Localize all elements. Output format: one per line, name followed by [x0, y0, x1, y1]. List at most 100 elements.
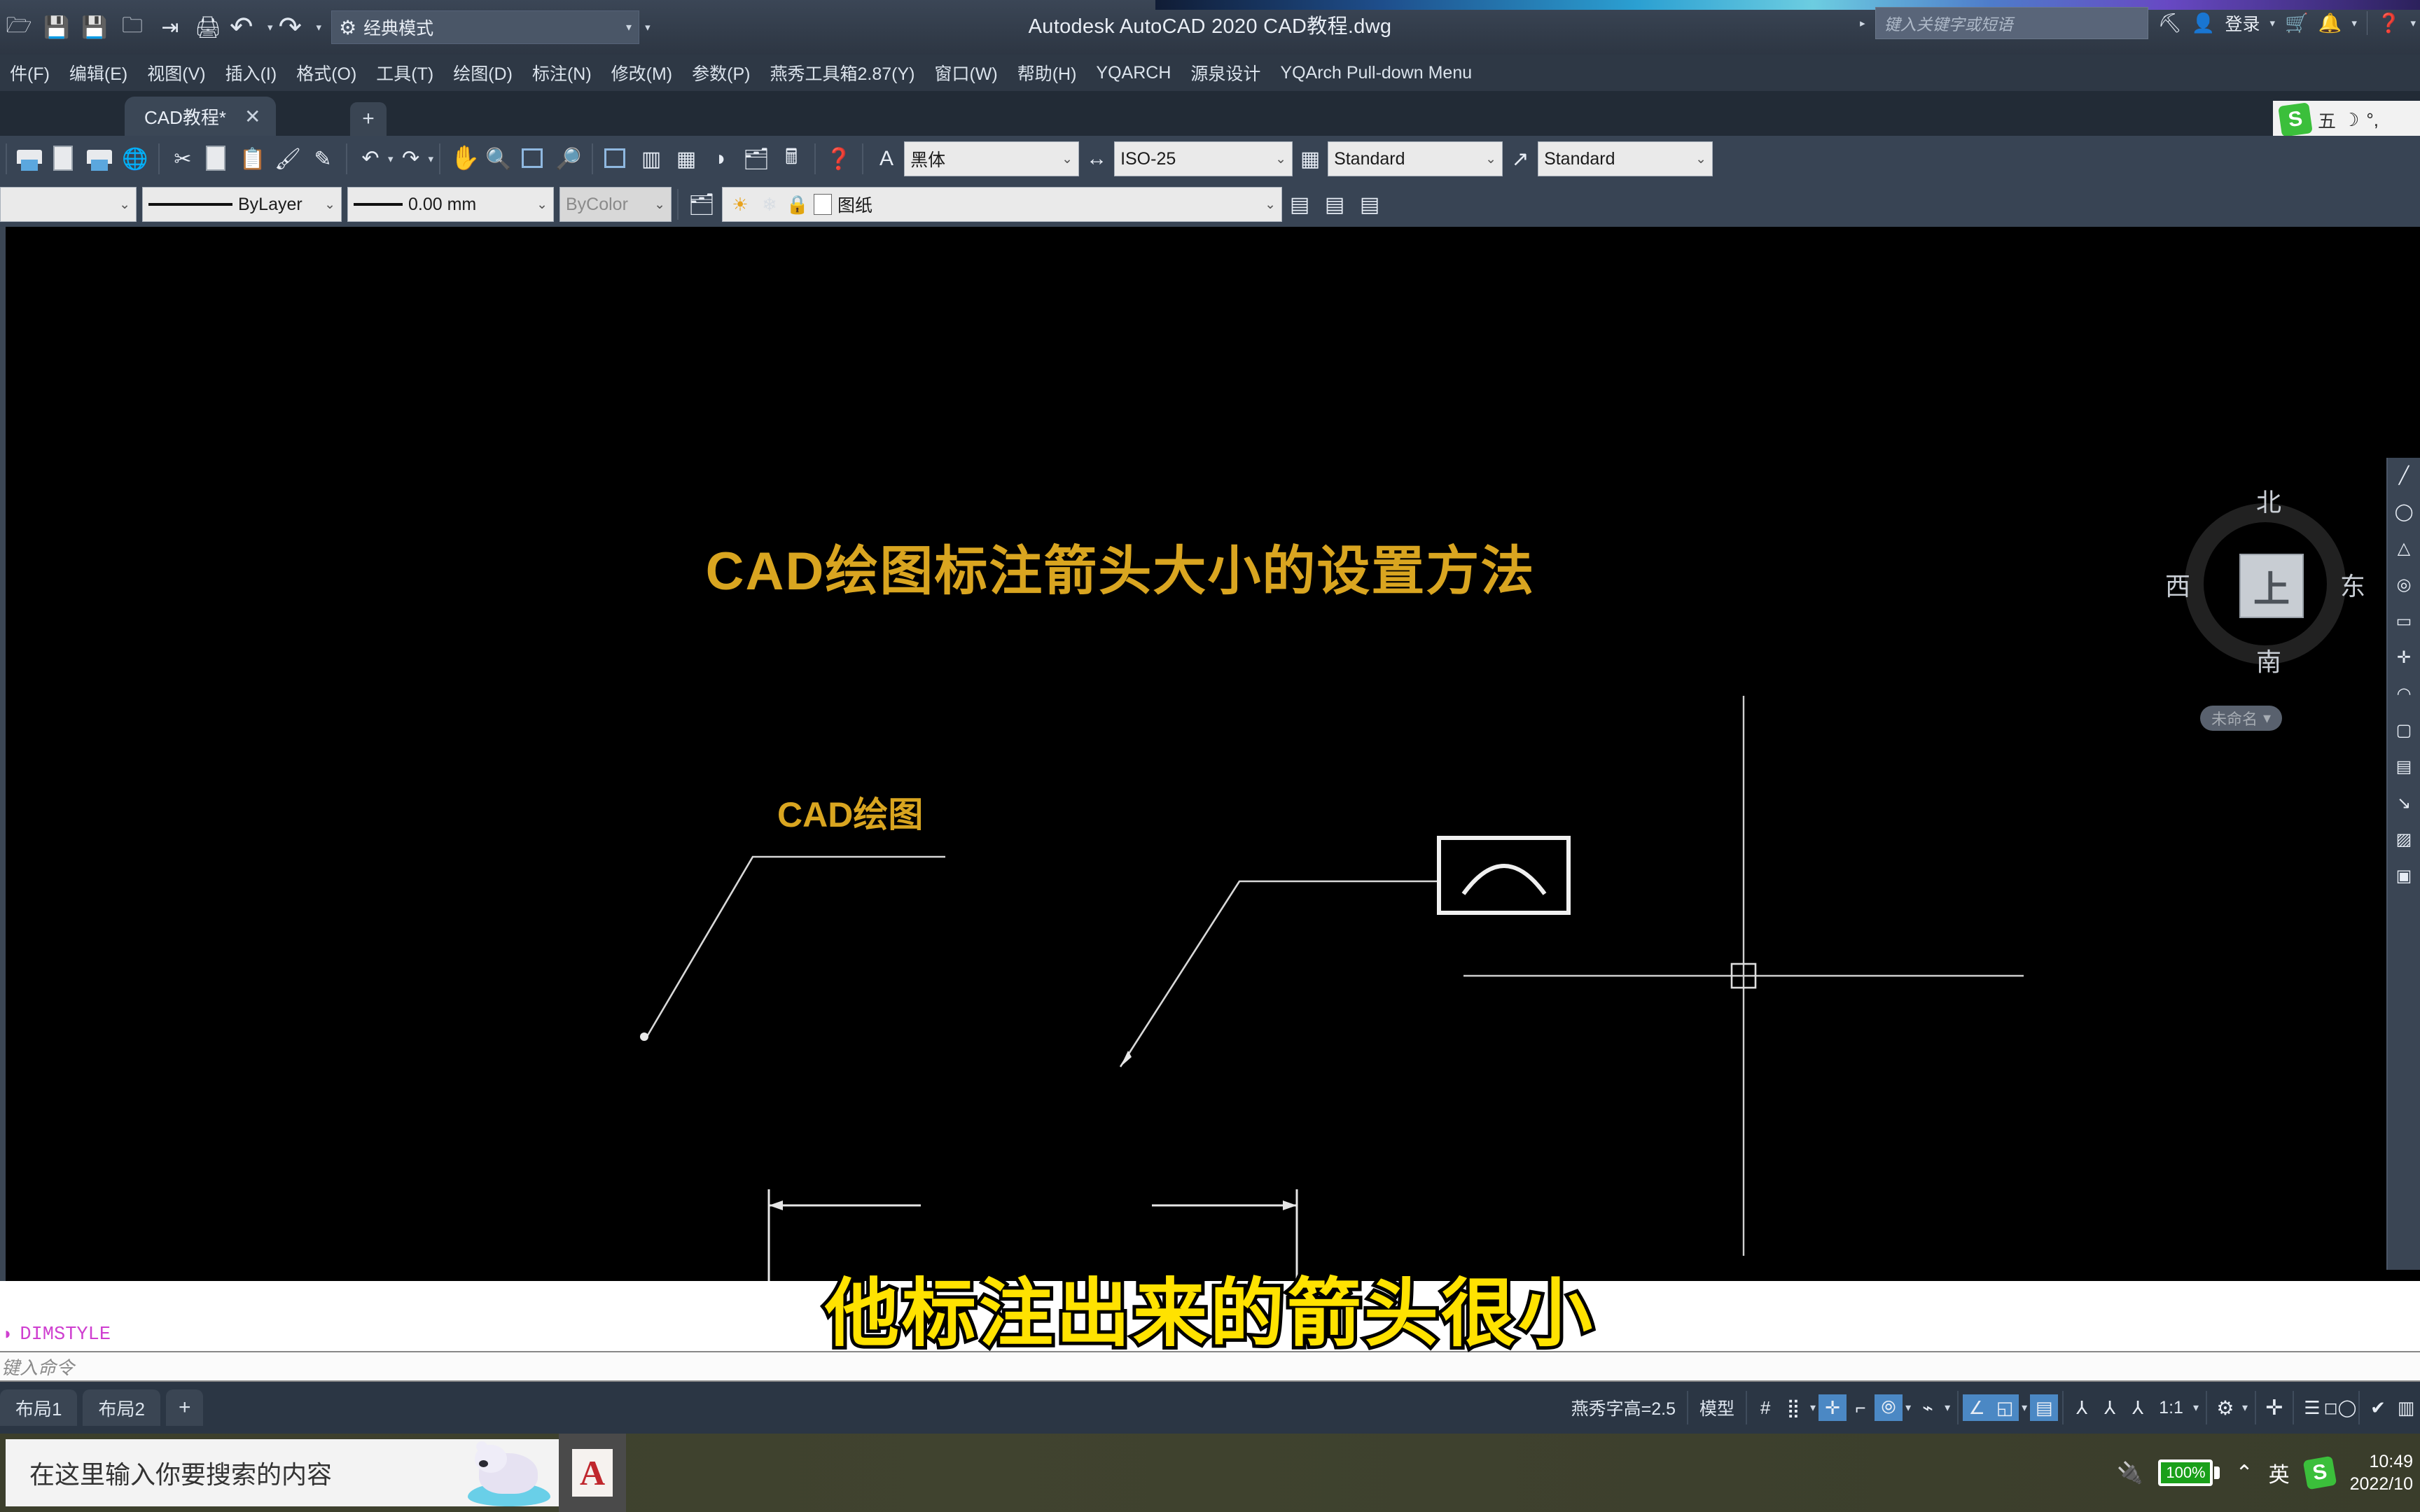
user-icon[interactable]: 👤 [2192, 12, 2216, 34]
ime-language-label[interactable]: 英 [2269, 1457, 2290, 1488]
chevron-up-icon[interactable]: ⌃ [2235, 1461, 2253, 1485]
circle-icon[interactable]: ◯ [2391, 500, 2416, 524]
scale-label[interactable]: 1:1 [2152, 1386, 2190, 1429]
dim-style-combo[interactable]: ISO-25 ⌄ [1114, 141, 1293, 176]
cart-icon[interactable]: 🛒 [2285, 12, 2309, 34]
preview-icon[interactable] [48, 141, 83, 176]
linetype-combo[interactable]: ByLayer ⌄ [142, 187, 342, 222]
table-icon[interactable]: ▤ [2391, 755, 2416, 778]
ortho-icon[interactable]: ⌐ [1847, 1394, 1875, 1421]
scale-dropdown-icon[interactable]: ▾ [2190, 1401, 2202, 1415]
sign-in-button[interactable]: 登录 [2225, 10, 2260, 36]
export-icon[interactable]: ⇥ [154, 11, 186, 43]
chevron-down-icon[interactable]: ▾ [2263, 709, 2271, 727]
plot-icon[interactable] [13, 141, 48, 176]
redo-dropdown-icon[interactable]: ▾ [429, 153, 434, 165]
chevron-down-icon[interactable]: ⌄ [536, 197, 548, 213]
mleader-style-icon[interactable]: ↗ [1503, 141, 1538, 176]
color-combo[interactable]: ⌄ [0, 187, 137, 222]
lightbulb-icon[interactable]: ☀ [728, 188, 752, 221]
snap-dropdown-icon[interactable]: ▾ [1807, 1401, 1819, 1415]
tool-palettes-icon[interactable]: ▦ [669, 141, 704, 176]
yanxiu-text-height-label[interactable]: 燕秀字高=2.5 [1564, 1386, 1683, 1429]
hatch-icon[interactable]: ▨ [2391, 827, 2416, 851]
move-icon[interactable]: ✛ [2391, 645, 2416, 669]
viewport-name-dropdown[interactable]: 未命名 ▾ [2200, 706, 2283, 731]
menu-item-modify[interactable]: 修改(M) [601, 60, 682, 85]
undo-dropdown-icon[interactable]: ▾ [267, 21, 273, 34]
chevron-down-icon[interactable]: ⌄ [1062, 151, 1073, 167]
model-space-button[interactable]: 模型 [1692, 1386, 1741, 1429]
menu-item-view[interactable]: 视图(V) [137, 60, 215, 85]
undo-icon[interactable]: ↶ [230, 11, 262, 43]
designcenter-icon[interactable]: ▥ [634, 141, 669, 176]
ime-status-badge[interactable]: S 五 ☽ °, [2273, 101, 2420, 139]
sogou-tray-icon[interactable]: S [2302, 1455, 2337, 1490]
annotation-visibility-icon[interactable]: ▤ [2030, 1394, 2059, 1421]
settings-gear-icon[interactable]: ⚙ [2211, 1394, 2239, 1421]
chevron-down-icon[interactable]: ⌄ [1275, 151, 1286, 167]
workspace-selector[interactable]: ⚙ 经典模式 ▾ [331, 10, 640, 44]
object-snap-icon[interactable]: ⌁ [1914, 1394, 1942, 1421]
layout-tab-1[interactable]: 布局1 [0, 1390, 78, 1426]
dim-style-icon[interactable]: ↔ [1079, 141, 1114, 176]
menu-item-window[interactable]: 窗口(W) [924, 60, 1007, 85]
isolate-objects-icon[interactable]: ◻◯ [2324, 1394, 2357, 1421]
taskbar-autocad-app[interactable]: A [559, 1434, 626, 1512]
help-dropdown-icon[interactable]: ▾ [2410, 17, 2416, 29]
signin-dropdown-icon[interactable]: ▾ [2270, 17, 2276, 29]
help-icon[interactable]: ❓ [821, 141, 856, 176]
zoom-previous-icon[interactable]: 🔎 [551, 141, 586, 176]
layer-icon[interactable]: 🗂 [739, 141, 774, 176]
ime-mode-label[interactable]: 五 [2318, 107, 2336, 133]
chevron-down-icon[interactable]: ⌄ [119, 197, 130, 213]
annotation-scale-add-icon[interactable]: ⅄ [2068, 1394, 2096, 1421]
redo-icon[interactable]: ↷ [279, 11, 311, 43]
text-style-icon[interactable]: A [869, 141, 904, 176]
annotation-scale-auto-icon[interactable]: ⅄ [2096, 1394, 2124, 1421]
close-icon[interactable]: ✕ [244, 105, 260, 128]
block-icon[interactable]: ▢ [2391, 718, 2416, 742]
match-properties-icon[interactable]: 🖌 [270, 141, 305, 176]
undo-dropdown-icon[interactable]: ▾ [388, 153, 394, 165]
publish-icon[interactable] [83, 141, 118, 176]
autodesk-app-icon[interactable]: ⛏ [2158, 12, 2182, 34]
menu-item-file[interactable]: 件(F) [0, 60, 60, 85]
bell-icon[interactable]: 🔔 [2318, 12, 2342, 34]
customize-qat-icon[interactable]: ▾ [645, 21, 651, 34]
menu-item-draw[interactable]: 绘图(D) [443, 60, 522, 85]
settings-dropdown-icon[interactable]: ▾ [2239, 1401, 2251, 1415]
undo-icon[interactable]: ↶ [353, 141, 388, 176]
plot-icon[interactable]: 🖨 [192, 11, 224, 43]
taskbar-clock[interactable]: 10:49 2022/10 [2350, 1450, 2413, 1495]
taskbar-search-input[interactable]: 在这里输入你要搜索的内容 [6, 1439, 559, 1506]
erase-icon[interactable]: ✎ [305, 141, 340, 176]
hardware-accel-icon[interactable]: ✔ [2364, 1394, 2392, 1421]
help-icon[interactable]: ❓ [2377, 12, 2401, 34]
freeze-sun-icon[interactable]: ❄ [758, 188, 781, 221]
search-expand-icon[interactable]: ▸ [1860, 17, 1865, 29]
table-style-combo[interactable]: Standard ⌄ [1328, 141, 1503, 176]
polygon-icon[interactable]: △ [2391, 536, 2416, 560]
cut-icon[interactable]: ✂ [165, 141, 200, 176]
grid-icon[interactable]: # [1751, 1394, 1779, 1421]
viewcube[interactable]: 上 [2239, 554, 2304, 618]
save-as-icon[interactable]: 💾 [78, 11, 111, 43]
menu-item-dimension[interactable]: 标注(N) [522, 60, 601, 85]
file-tab-cad-tutorial[interactable]: CAD教程* ✕ [125, 97, 277, 136]
snap-icon[interactable]: ⣿ [1779, 1394, 1807, 1421]
polar-dropdown-icon[interactable]: ▾ [1903, 1401, 1914, 1415]
chevron-down-icon[interactable]: ⌄ [1485, 151, 1496, 167]
line-icon[interactable]: ╱ [2391, 463, 2416, 487]
region-icon[interactable]: ▣ [2391, 864, 2416, 888]
add-layout-button[interactable]: + [165, 1390, 204, 1426]
chevron-down-icon[interactable]: ⌄ [1695, 151, 1706, 167]
bell-dropdown-icon[interactable]: ▾ [2351, 17, 2357, 29]
infer-constraints-icon[interactable]: ✛ [1819, 1394, 1847, 1421]
polar-tracking-icon[interactable]: ⦾ [1875, 1394, 1903, 1421]
pan-icon[interactable]: ✋ [446, 141, 481, 176]
properties-icon[interactable] [599, 141, 634, 176]
layer-properties-icon[interactable]: 🗂 [684, 187, 719, 222]
copy-icon[interactable] [200, 141, 235, 176]
menu-item-insert[interactable]: 插入(I) [216, 60, 287, 85]
